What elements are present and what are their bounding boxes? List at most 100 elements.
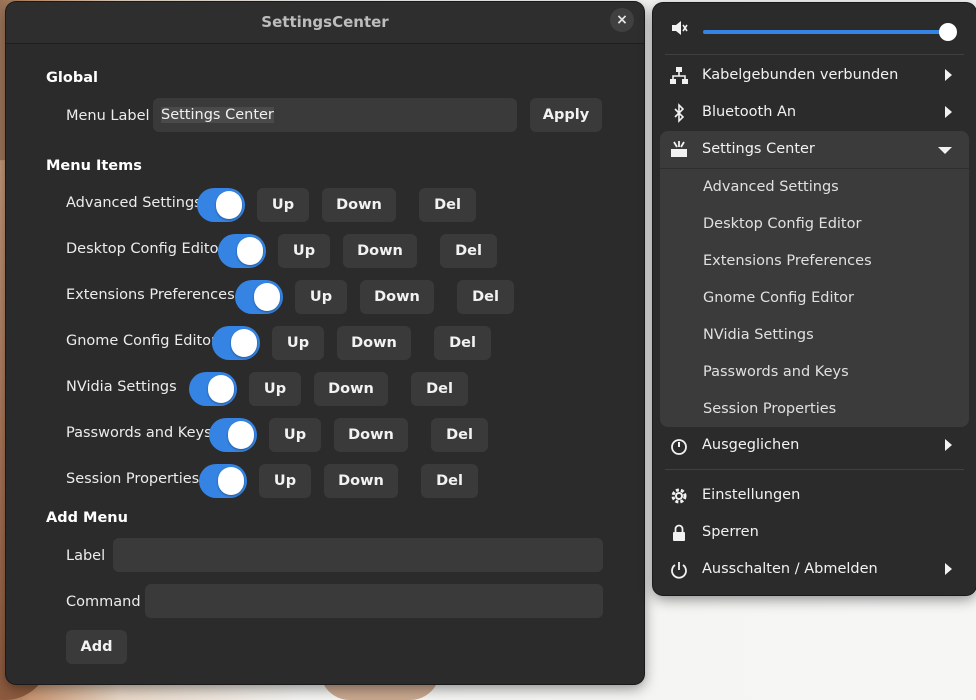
volume-row — [653, 8, 976, 48]
delete-button[interactable]: Del — [431, 418, 488, 452]
menu-item-label: Gnome Config Editor — [66, 333, 217, 349]
menu-item-label: Advanced Settings — [66, 195, 202, 211]
lock-item[interactable]: Sperren — [653, 514, 976, 551]
move-up-button[interactable]: Up — [295, 280, 347, 314]
quick-settings-menu: Kabelgebunden verbunden Bluetooth An Adv… — [653, 3, 976, 595]
bluetooth-label: Bluetooth An — [702, 104, 797, 120]
separator — [665, 54, 964, 55]
settings-center-label: Settings Center — [702, 141, 815, 157]
menu-item-label: Extensions Preferences — [66, 287, 235, 303]
settings-center-item[interactable]: Settings Center — [660, 131, 969, 169]
delete-button[interactable]: Del — [440, 234, 497, 268]
toggle-knob — [208, 375, 234, 403]
toggle-knob — [216, 191, 242, 219]
wired-network-item[interactable]: Kabelgebunden verbunden — [653, 57, 976, 94]
submenu-item[interactable]: NVidia Settings — [703, 327, 814, 343]
volume-slider-handle[interactable] — [939, 23, 957, 41]
power-mode-label: Ausgeglichen — [702, 437, 800, 453]
volume-slider[interactable] — [703, 30, 949, 34]
bluetooth-icon — [674, 103, 685, 123]
add-label-input[interactable] — [113, 538, 603, 572]
window-title: SettingsCenter — [261, 13, 389, 31]
move-down-button[interactable]: Down — [324, 464, 398, 498]
settings-center-submenu: Advanced Settings Desktop Config Editor Ex… — [660, 131, 969, 427]
power-profile-icon — [671, 439, 687, 455]
toggle-knob — [254, 283, 280, 311]
menu-item-toggle[interactable] — [199, 464, 247, 498]
add-label-label: Label — [66, 548, 106, 564]
add-command-input[interactable] — [145, 584, 603, 618]
close-icon: × — [616, 12, 628, 28]
menu-item-toggle[interactable] — [189, 372, 237, 406]
move-up-button[interactable]: Up — [269, 418, 321, 452]
window-content: Global Menu Label Settings Center Apply … — [6, 44, 644, 684]
toggle-knob — [228, 421, 254, 449]
toggle-knob — [231, 329, 257, 357]
network-wired-icon — [670, 67, 688, 84]
delete-button[interactable]: Del — [419, 188, 476, 222]
toggle-knob — [218, 467, 244, 495]
menu-label-input[interactable]: Settings Center — [153, 98, 517, 132]
move-down-button[interactable]: Down — [314, 372, 388, 406]
chevron-right-icon — [945, 69, 952, 81]
move-down-button[interactable]: Down — [322, 188, 396, 222]
apply-button[interactable]: Apply — [530, 98, 602, 132]
settings-label: Einstellungen — [702, 487, 801, 503]
submenu-item[interactable]: Extensions Preferences — [703, 253, 872, 269]
global-heading: Global — [46, 70, 98, 86]
power-mode-item[interactable]: Ausgeglichen — [653, 427, 976, 464]
delete-button[interactable]: Del — [434, 326, 491, 360]
menu-item-label: Passwords and Keys — [66, 425, 212, 441]
submenu-item[interactable]: Passwords and Keys — [703, 364, 849, 380]
move-down-button[interactable]: Down — [360, 280, 434, 314]
move-up-button[interactable]: Up — [257, 188, 309, 222]
menu-item-label: NVidia Settings — [66, 379, 177, 395]
wired-network-label: Kabelgebunden verbunden — [702, 67, 899, 83]
menu-item-toggle[interactable] — [209, 418, 257, 452]
power-item[interactable]: Ausschalten / Abmelden — [653, 551, 976, 588]
toggle-knob — [237, 237, 263, 265]
close-button[interactable]: × — [610, 8, 634, 32]
menu-item-label: Desktop Config Editor — [66, 241, 225, 257]
move-up-button[interactable]: Up — [249, 372, 301, 406]
menu-items-heading: Menu Items — [46, 158, 142, 174]
submenu-item[interactable]: Gnome Config Editor — [703, 290, 854, 306]
power-label: Ausschalten / Abmelden — [702, 561, 878, 577]
add-menu-heading: Add Menu — [46, 510, 128, 526]
delete-button[interactable]: Del — [421, 464, 478, 498]
chevron-down-icon — [938, 147, 952, 154]
move-down-button[interactable]: Down — [334, 418, 408, 452]
add-command-label: Command — [66, 594, 141, 610]
bluetooth-item[interactable]: Bluetooth An — [653, 94, 976, 131]
menu-label-label: Menu Label — [66, 108, 150, 124]
submenu-item[interactable]: Advanced Settings — [703, 179, 839, 195]
menu-item-toggle[interactable] — [212, 326, 260, 360]
power-icon — [671, 562, 687, 579]
lock-icon — [673, 524, 685, 541]
move-down-button[interactable]: Down — [337, 326, 411, 360]
menu-item-label: Session Properties — [66, 471, 200, 487]
separator — [665, 469, 964, 470]
gear-icon — [671, 488, 687, 504]
move-up-button[interactable]: Up — [272, 326, 324, 360]
lock-label: Sperren — [702, 524, 759, 540]
menu-item-toggle[interactable] — [218, 234, 266, 268]
settings-item[interactable]: Einstellungen — [653, 477, 976, 514]
move-down-button[interactable]: Down — [343, 234, 417, 268]
speaker-muted-icon — [672, 21, 688, 35]
menu-item-toggle[interactable] — [197, 188, 245, 222]
submenu-item[interactable]: Session Properties — [703, 401, 836, 417]
add-button[interactable]: Add — [66, 630, 127, 664]
chevron-right-icon — [945, 563, 952, 575]
menu-label-value: Settings Center — [161, 107, 274, 123]
settings-center-icon — [671, 141, 687, 157]
delete-button[interactable]: Del — [457, 280, 514, 314]
delete-button[interactable]: Del — [411, 372, 468, 406]
move-up-button[interactable]: Up — [259, 464, 311, 498]
submenu-item[interactable]: Desktop Config Editor — [703, 216, 861, 232]
chevron-right-icon — [945, 106, 952, 118]
menu-item-toggle[interactable] — [235, 280, 283, 314]
titlebar: SettingsCenter × — [6, 2, 644, 44]
move-up-button[interactable]: Up — [278, 234, 330, 268]
chevron-right-icon — [945, 439, 952, 451]
